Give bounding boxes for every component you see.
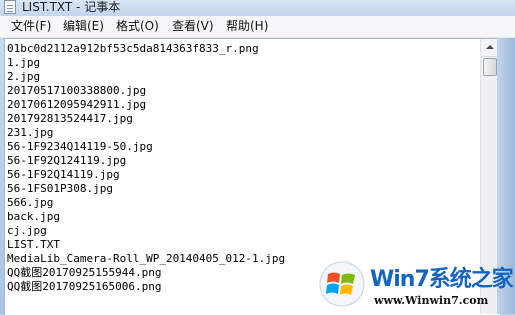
text-line: 231.jpg — [7, 126, 54, 139]
text-line: LIST.TXT — [7, 238, 60, 251]
text-line: 1.jpg — [7, 56, 41, 69]
text-line: 201792813524417.jpg — [7, 112, 133, 125]
text-line: MediaLib_Camera-Roll_WP_20140405_012-1.j… — [7, 252, 286, 265]
text-lines: 01bc0d2112a912bf53c5da814363f833_r.png 1… — [7, 42, 285, 294]
text-line: 56-1F92Q14119.jpg — [7, 168, 120, 181]
text-line: QQ截图20170925165006.png — [7, 280, 162, 293]
menu-bar: 文件(F) 编辑(E) 格式(O) 查看(V) 帮助(H) — [0, 16, 515, 38]
text-line: 56-1F9234Q14119-50.jpg — [7, 140, 153, 153]
menu-edit[interactable]: 编辑(E) — [63, 19, 104, 34]
text-line: cj.jpg — [7, 224, 47, 237]
text-line: back.jpg — [7, 210, 60, 223]
windows-flag-logo-icon — [319, 261, 365, 307]
text-line: QQ截图20170925155944.png — [7, 266, 162, 279]
notepad-icon — [4, 0, 16, 14]
text-line: 01bc0d2112a912bf53c5da814363f833_r.png — [7, 42, 259, 55]
menu-format[interactable]: 格式(O) — [116, 19, 159, 34]
menu-help[interactable]: 帮助(H) — [226, 19, 268, 34]
watermark-brand-text: Win7系统之家 — [370, 267, 514, 292]
notepad-window: LIST.TXT - 记事本 文件(F) 编辑(E) 格式(O) 查看(V) 帮… — [0, 0, 515, 315]
window-title: LIST.TXT - 记事本 — [22, 0, 121, 14]
watermark-url: www.Winwin7.com — [374, 294, 489, 307]
text-line: 56-1F92Q124119.jpg — [7, 154, 127, 167]
menu-view[interactable]: 查看(V) — [172, 19, 214, 34]
menu-file[interactable]: 文件(F) — [11, 19, 51, 34]
scroll-thumb[interactable] — [483, 58, 497, 76]
text-line: 2.jpg — [7, 70, 41, 83]
text-line: 20170517100338800.jpg — [7, 84, 147, 97]
watermark: Win7系统之家 www.Winwin7.com — [318, 258, 515, 314]
text-line: 20170612095942911.jpg — [7, 98, 147, 111]
scroll-up-arrow-icon[interactable] — [481, 39, 498, 57]
watermark-brand: Win7系统之家 — [370, 261, 514, 293]
text-line: 56-1FS01P308.jpg — [7, 182, 113, 195]
text-line: 566.jpg — [7, 196, 54, 209]
